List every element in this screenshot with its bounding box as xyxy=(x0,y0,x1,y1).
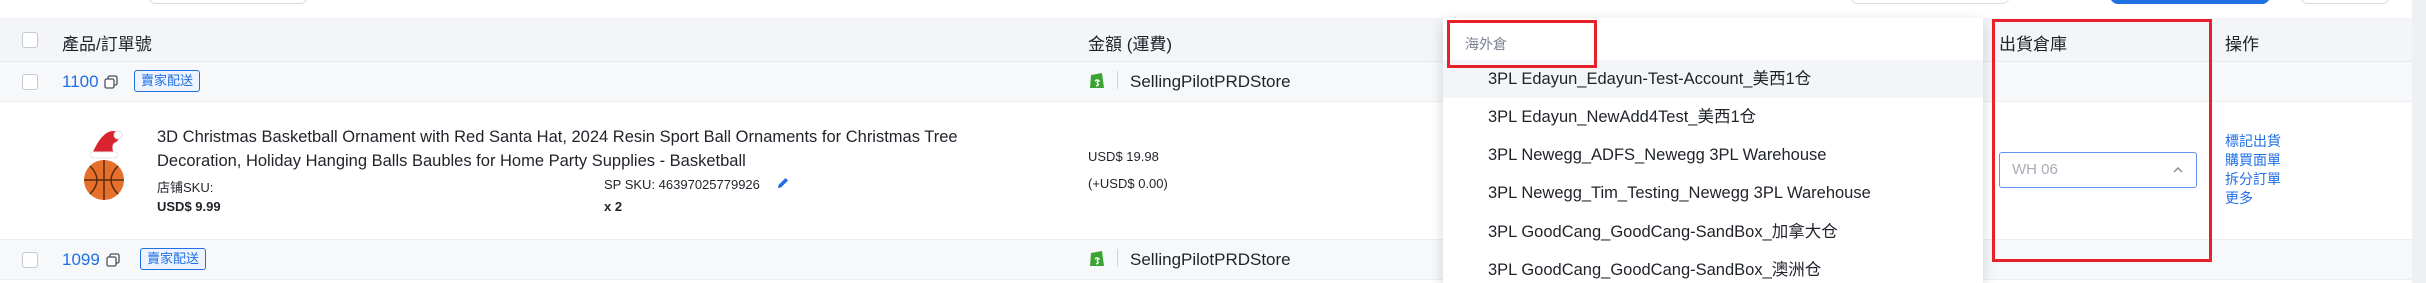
highlight-box-dropdown-header xyxy=(1447,20,1597,68)
action-split-order[interactable]: 拆分訂單 xyxy=(2225,169,2281,189)
toolbar-button[interactable] xyxy=(2300,0,2390,4)
store-divider xyxy=(1117,249,1118,267)
action-buy-label[interactable]: 購買面單 xyxy=(2225,150,2281,170)
toolbar-button[interactable] xyxy=(1850,0,2010,4)
column-header-amount: 金額 (運費) xyxy=(1088,35,1173,54)
highlight-box-warehouse-column xyxy=(1992,19,2212,262)
column-header-product: 產品/訂單號 xyxy=(62,35,152,54)
order-checkbox[interactable] xyxy=(22,252,38,268)
sp-sku: SP SKU: 46397025779926 xyxy=(604,177,760,192)
toolbar-button[interactable] xyxy=(148,0,308,4)
shipping-fee: (+USD$ 0.00) xyxy=(1088,176,1168,191)
copy-icon[interactable] xyxy=(104,75,118,89)
fulfillment-badge: 賣家配送 xyxy=(140,248,207,270)
shop-sku-label: 店铺SKU: xyxy=(157,180,214,195)
warehouse-option[interactable]: 3PL Newegg_ADFS_Newegg 3PL Warehouse xyxy=(1443,136,1983,174)
action-more[interactable]: 更多 xyxy=(2225,188,2253,208)
column-header-action: 操作 xyxy=(2225,35,2259,54)
warehouse-option[interactable]: 3PL Edayun_NewAdd4Test_美西1仓 xyxy=(1443,98,1983,136)
warehouse-option[interactable]: 3PL GoodCang_GoodCang-SandBox_澳洲仓 xyxy=(1443,251,1983,283)
shopify-store-icon xyxy=(1090,73,1104,88)
edit-pencil-icon[interactable] xyxy=(776,176,790,190)
quantity: x 2 xyxy=(604,199,623,214)
warehouse-option[interactable]: 3PL GoodCang_GoodCang-SandBox_加拿大仓 xyxy=(1443,213,1983,251)
store-name: SellingPilotPRDStore xyxy=(1130,250,1291,269)
unit-price: USD$ 9.99 xyxy=(157,199,221,214)
fulfillment-badge: 賣家配送 xyxy=(134,70,201,92)
shopify-store-icon xyxy=(1090,251,1104,266)
action-mark-shipped[interactable]: 標記出貨 xyxy=(2225,131,2281,151)
order-number-link[interactable]: 1100 xyxy=(62,72,99,92)
scrollbar[interactable] xyxy=(2412,0,2426,283)
select-all-checkbox[interactable] xyxy=(22,32,38,48)
order-number-link[interactable]: 1099 xyxy=(62,250,100,270)
product-image xyxy=(84,130,124,200)
store-name: SellingPilotPRDStore xyxy=(1130,72,1291,91)
toolbar-primary-button[interactable] xyxy=(2110,0,2270,4)
copy-icon[interactable] xyxy=(106,253,120,267)
order-amount: USD$ 19.98 xyxy=(1088,149,1159,164)
warehouse-option[interactable]: 3PL Newegg_Tim_Testing_Newegg 3PL Wareho… xyxy=(1443,174,1983,212)
product-title[interactable]: 3D Christmas Basketball Ornament with Re… xyxy=(157,125,1037,173)
order-checkbox[interactable] xyxy=(22,74,38,90)
store-divider xyxy=(1117,71,1118,89)
